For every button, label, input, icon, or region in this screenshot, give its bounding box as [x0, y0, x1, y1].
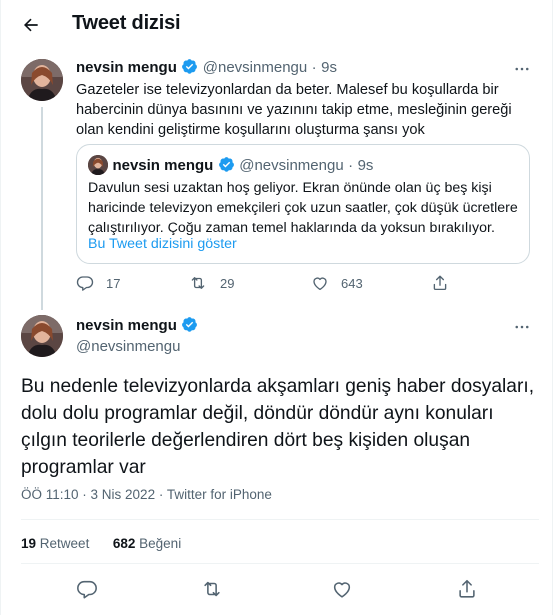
- more-button[interactable]: [509, 59, 535, 79]
- display-name[interactable]: nevsin mengu: [76, 317, 177, 334]
- thread-line: [41, 107, 43, 310]
- share-button[interactable]: [431, 274, 449, 292]
- back-button[interactable]: [14, 8, 48, 42]
- quoted-tweet-text: Davulun sesi uzaktan hoş geliyor. Ekran …: [88, 180, 518, 236]
- like-count: 643: [341, 275, 363, 291]
- username[interactable]: @nevsinmengu: [203, 59, 307, 76]
- show-thread-link[interactable]: Bu Tweet dizisini göster: [88, 236, 237, 252]
- share-button[interactable]: [454, 576, 480, 602]
- retweet-stat[interactable]: 19 Retweet: [21, 536, 89, 551]
- verified-badge-icon: [182, 59, 198, 74]
- left-border: [0, 0, 1, 615]
- reply-icon: [76, 276, 94, 291]
- back-arrow-icon: [24, 18, 38, 32]
- separator-dot: ·: [348, 157, 354, 174]
- username[interactable]: @nevsinmengu: [76, 338, 180, 355]
- quoted-avatar: [88, 155, 108, 175]
- verified-badge-icon: [218, 157, 234, 172]
- tweet-actions: [0, 576, 560, 602]
- display-name[interactable]: nevsin mengu: [76, 59, 177, 76]
- verified-badge-icon: [182, 317, 198, 332]
- avatar[interactable]: [21, 59, 63, 101]
- retweet-stat-label: Retweet: [39, 536, 90, 551]
- tweet-header: nevsin mengu: [76, 316, 198, 335]
- like-icon: [333, 582, 351, 598]
- retweet-button[interactable]: 29: [188, 274, 234, 292]
- tweet-actions: 17 29 643: [76, 274, 516, 294]
- timestamp[interactable]: 9s: [321, 59, 337, 76]
- divider: [21, 519, 539, 520]
- tweet-stats: 19 Retweet 682 Beğeni: [21, 536, 181, 551]
- page-header: Tweet dizisi: [0, 0, 560, 50]
- quoted-tweet-header: nevsin mengu @nevsinmengu · 9s: [88, 155, 373, 175]
- like-stat-count: 682: [112, 536, 136, 551]
- quoted-display-name: nevsin mengu: [112, 157, 214, 174]
- tweet-meta[interactable]: ÖÖ 11:10 · 3 Nis 2022 · Twitter for iPho…: [21, 487, 272, 502]
- avatar[interactable]: [21, 315, 63, 357]
- reply-button[interactable]: [74, 576, 100, 602]
- share-icon: [433, 275, 447, 291]
- page-title: Tweet dizisi: [72, 12, 181, 34]
- reply-icon: [77, 580, 97, 599]
- retweet-icon: [191, 277, 205, 289]
- more-icon: [515, 67, 529, 71]
- more-button[interactable]: [509, 317, 535, 337]
- retweet-button[interactable]: [199, 576, 225, 602]
- tweet-header: nevsin mengu @nevsinmengu · 9s: [76, 58, 337, 77]
- like-button[interactable]: 643: [311, 274, 363, 292]
- right-border: [552, 0, 553, 615]
- divider: [21, 563, 539, 564]
- quoted-timestamp: 9s: [357, 157, 374, 174]
- reply-count: 17: [106, 275, 121, 291]
- separator-dot: ·: [311, 59, 317, 76]
- retweet-icon: [204, 581, 220, 597]
- like-stat-label: Beğeni: [139, 536, 182, 551]
- share-icon: [459, 579, 475, 598]
- quoted-username: @nevsinmengu: [239, 157, 344, 174]
- like-stat[interactable]: 682 Beğeni: [113, 536, 181, 551]
- retweet-stat-count: 19: [21, 536, 37, 551]
- like-icon: [313, 277, 327, 291]
- like-button[interactable]: [329, 576, 355, 602]
- tweet-text: Bu nedenle televizyonlarda akşamları gen…: [21, 376, 535, 478]
- tweet-text: Gazeteler ise televizyonlardan da beter.…: [76, 82, 512, 138]
- more-icon: [515, 325, 529, 329]
- reply-button[interactable]: 17: [76, 274, 120, 292]
- quoted-tweet[interactable]: nevsin mengu @nevsinmengu · 9s Davulun s…: [76, 144, 530, 264]
- retweet-count: 29: [220, 275, 235, 291]
